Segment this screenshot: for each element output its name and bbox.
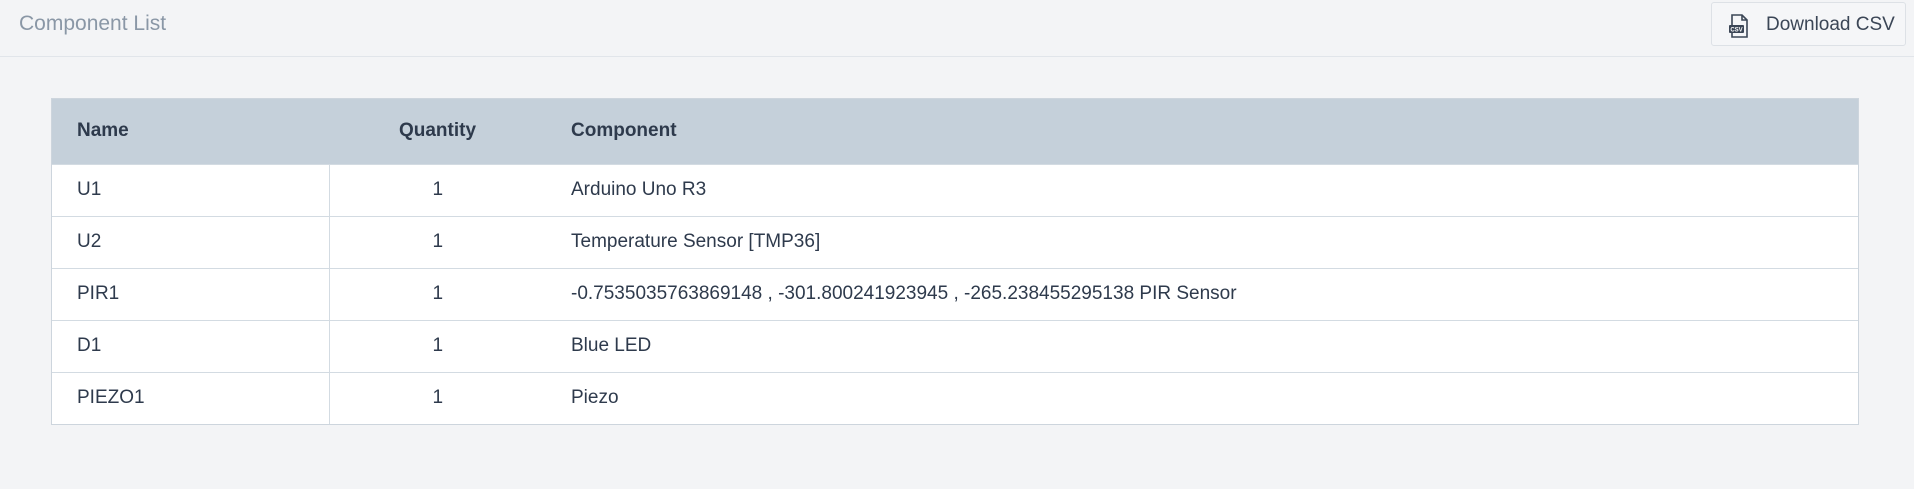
csv-file-icon: CSV — [1729, 14, 1748, 38]
cell-quantity: 1 — [432, 231, 444, 252]
cell-name: U1 — [52, 164, 330, 216]
table-header-row: Name Quantity Component — [52, 99, 1858, 164]
table-row[interactable]: PIEZO1 1 Piezo — [52, 372, 1858, 424]
cell-name: U2 — [52, 216, 330, 268]
svg-text:CSV: CSV — [1730, 27, 1742, 33]
column-header-quantity[interactable]: Quantity — [329, 99, 546, 164]
page-header: Component List CSV Download CSV — [0, 0, 1914, 57]
cell-name: PIEZO1 — [52, 372, 330, 424]
cell-component: Arduino Uno R3 — [571, 179, 707, 200]
table-row[interactable]: PIR1 1 -0.7535035763869148 , -301.800241… — [52, 268, 1858, 320]
table-row[interactable]: U2 1 Temperature Sensor [TMP36] — [52, 216, 1858, 268]
cell-name: D1 — [52, 320, 330, 372]
cell-quantity: 1 — [432, 335, 444, 356]
download-csv-label: Download CSV — [1766, 14, 1895, 35]
cell-quantity: 1 — [432, 283, 444, 304]
cell-name: PIR1 — [52, 268, 330, 320]
cell-component: Piezo — [571, 387, 619, 409]
cell-quantity: 1 — [432, 179, 444, 200]
cell-quantity: 1 — [432, 387, 444, 409]
page-title: Component List — [19, 12, 167, 35]
table-row[interactable]: D1 1 Blue LED — [52, 320, 1858, 372]
table-row[interactable]: U1 1 Arduino Uno R3 — [52, 164, 1858, 216]
column-header-component[interactable]: Component — [546, 99, 1858, 164]
download-csv-button[interactable]: CSV Download CSV — [1711, 2, 1906, 46]
cell-component: Blue LED — [571, 335, 652, 356]
cell-component: -0.7535035763869148 , -301.800241923945 … — [571, 283, 1237, 304]
column-header-name[interactable]: Name — [52, 99, 329, 164]
cell-component: Temperature Sensor [TMP36] — [571, 231, 821, 252]
component-table: Name Quantity Component U1 1 Arduino Uno… — [51, 98, 1859, 425]
